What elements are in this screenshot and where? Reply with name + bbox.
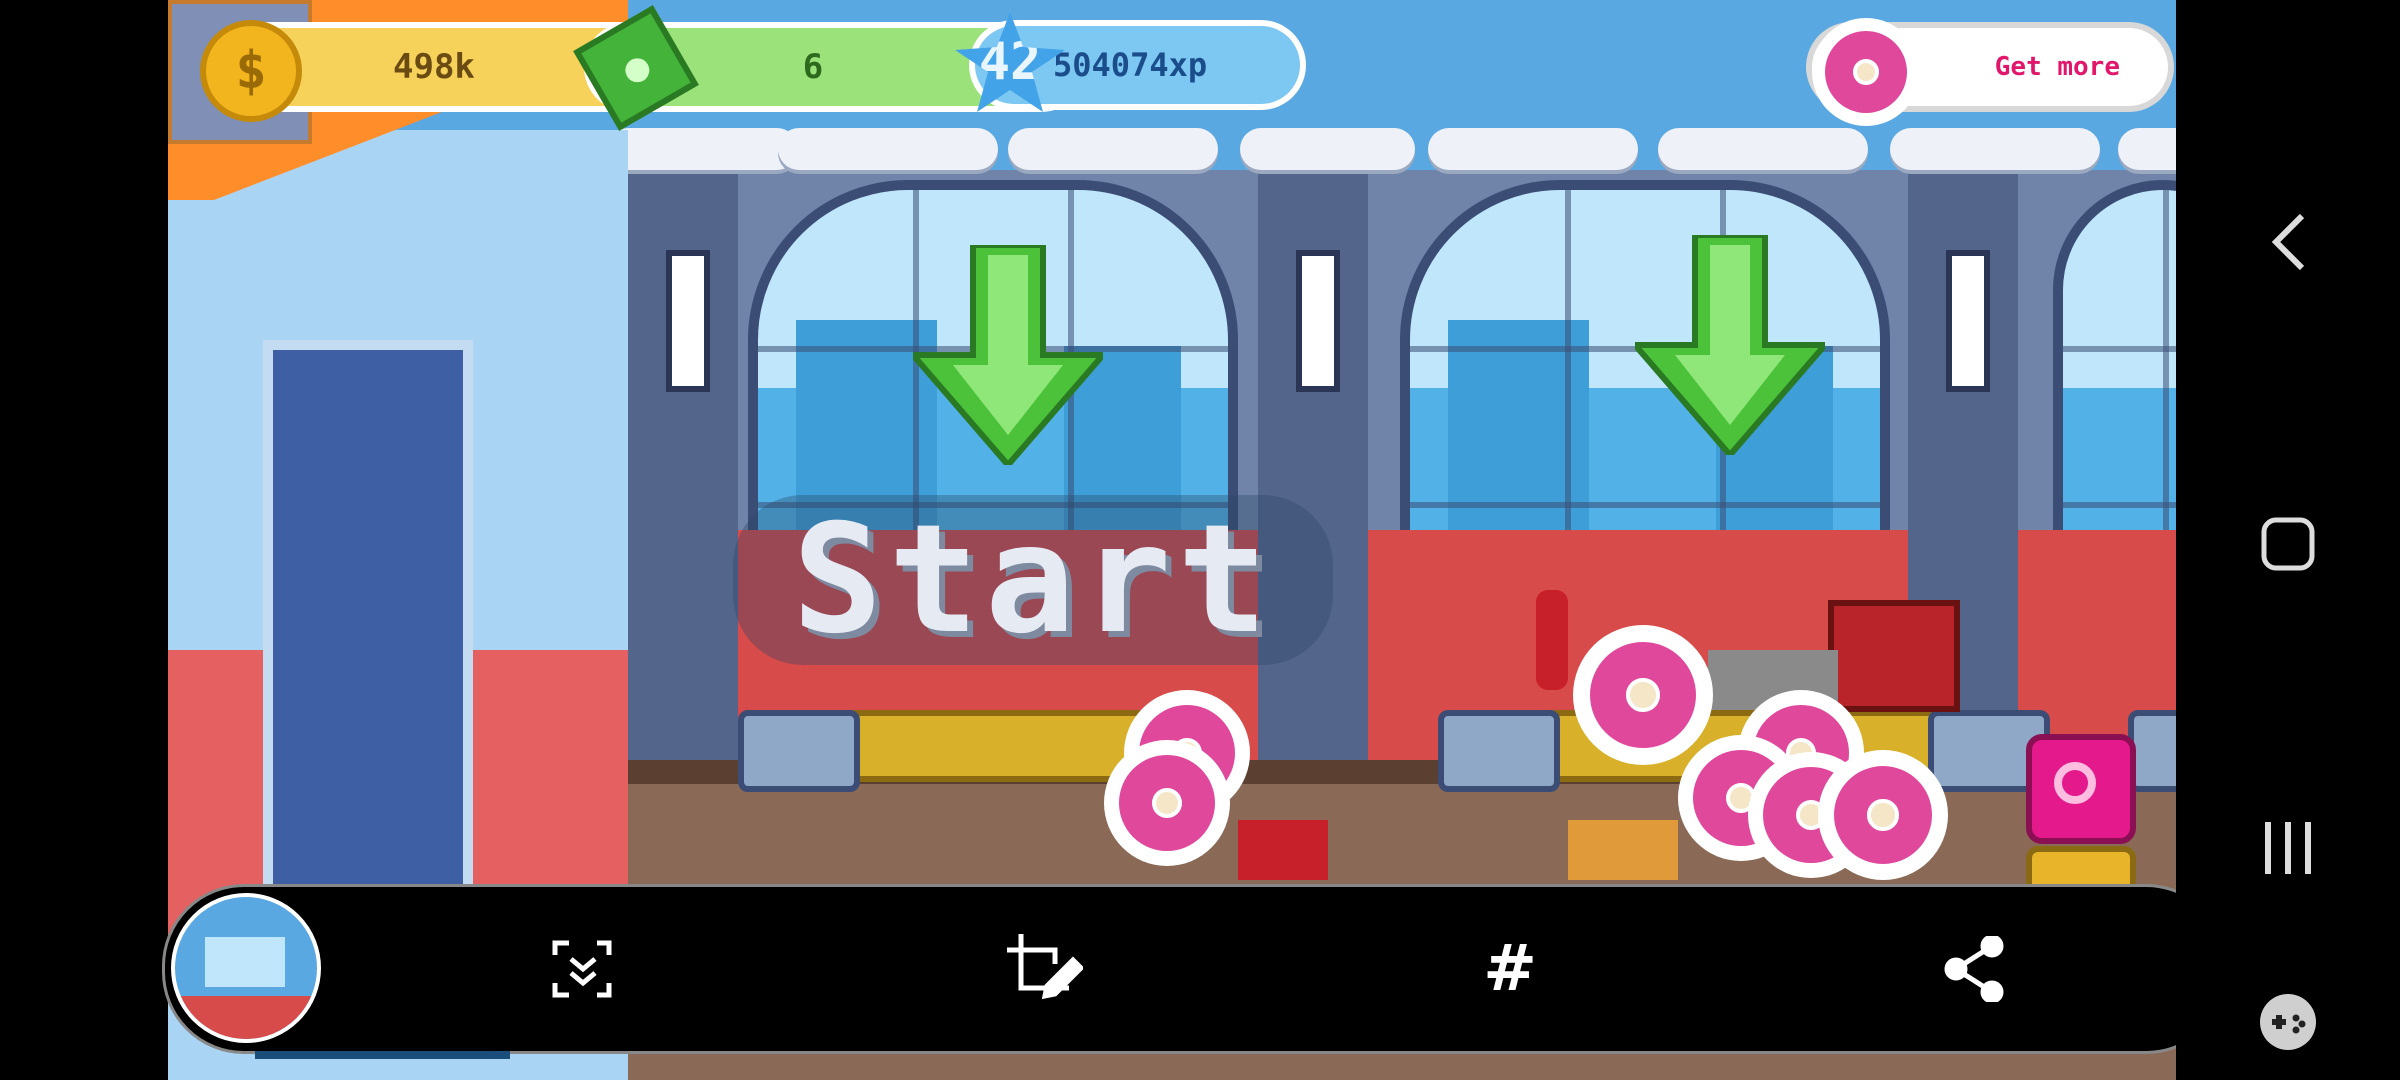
cart — [1438, 710, 1560, 792]
ceiling-light — [1428, 128, 1638, 170]
dollar-coin-icon: $ — [200, 20, 302, 122]
lamp — [1296, 250, 1340, 392]
home-icon — [2261, 517, 2315, 571]
get-more-label: Get more — [1994, 52, 2120, 82]
player-character — [1238, 820, 1328, 880]
hashtag-button[interactable]: # — [1468, 927, 1552, 1011]
capture-progress-bar — [255, 1051, 510, 1059]
ceiling-light — [1658, 128, 1868, 170]
back-button[interactable] — [2252, 206, 2324, 278]
recents-button[interactable] — [2252, 812, 2324, 884]
navigation-bar — [2176, 0, 2400, 1080]
player-character — [1568, 820, 1678, 880]
ceiling-light — [608, 128, 798, 170]
scroll-capture-button[interactable] — [541, 927, 625, 1011]
ceiling-light — [778, 128, 998, 170]
hashtag-icon: # — [1483, 932, 1537, 1006]
donut-shop-button[interactable] — [2026, 734, 2136, 844]
lamp — [666, 250, 710, 392]
ceiling-light — [1240, 128, 1415, 170]
ceiling-light — [1008, 128, 1218, 170]
vending-machine — [1828, 600, 1960, 712]
level-value: 42 — [978, 32, 1042, 92]
screenshot-thumbnail[interactable] — [171, 893, 321, 1043]
cart — [738, 710, 860, 792]
game-tools-button[interactable] — [2252, 986, 2324, 1058]
crop-edit-icon — [1007, 934, 1083, 1000]
donut-pickup[interactable] — [1818, 750, 1948, 880]
share-button[interactable] — [1932, 927, 2016, 1011]
down-arrow-icon — [913, 245, 1103, 465]
start-button[interactable]: Start — [733, 493, 1333, 667]
ceiling-light — [1890, 128, 2100, 170]
xp-counter: 42 504074xp — [955, 12, 1300, 112]
crop-edit-button[interactable] — [1003, 927, 1087, 1011]
share-icon — [1944, 936, 2004, 1002]
lamp — [1946, 250, 1990, 392]
home-button[interactable] — [2252, 508, 2324, 580]
extinguisher — [1536, 590, 1568, 690]
donut-icon — [1812, 18, 1920, 126]
donut-pickup[interactable] — [1104, 740, 1230, 866]
scroll-capture-icon — [552, 940, 612, 998]
gamepad-icon — [2260, 994, 2316, 1050]
screenshot-toolbar: # — [162, 884, 2228, 1054]
back-icon — [2271, 213, 2305, 271]
recents-icon — [2265, 822, 2311, 874]
down-arrow-icon — [1635, 235, 1825, 455]
donut-pickup[interactable] — [1573, 625, 1713, 765]
ceiling-light — [2118, 128, 2176, 170]
